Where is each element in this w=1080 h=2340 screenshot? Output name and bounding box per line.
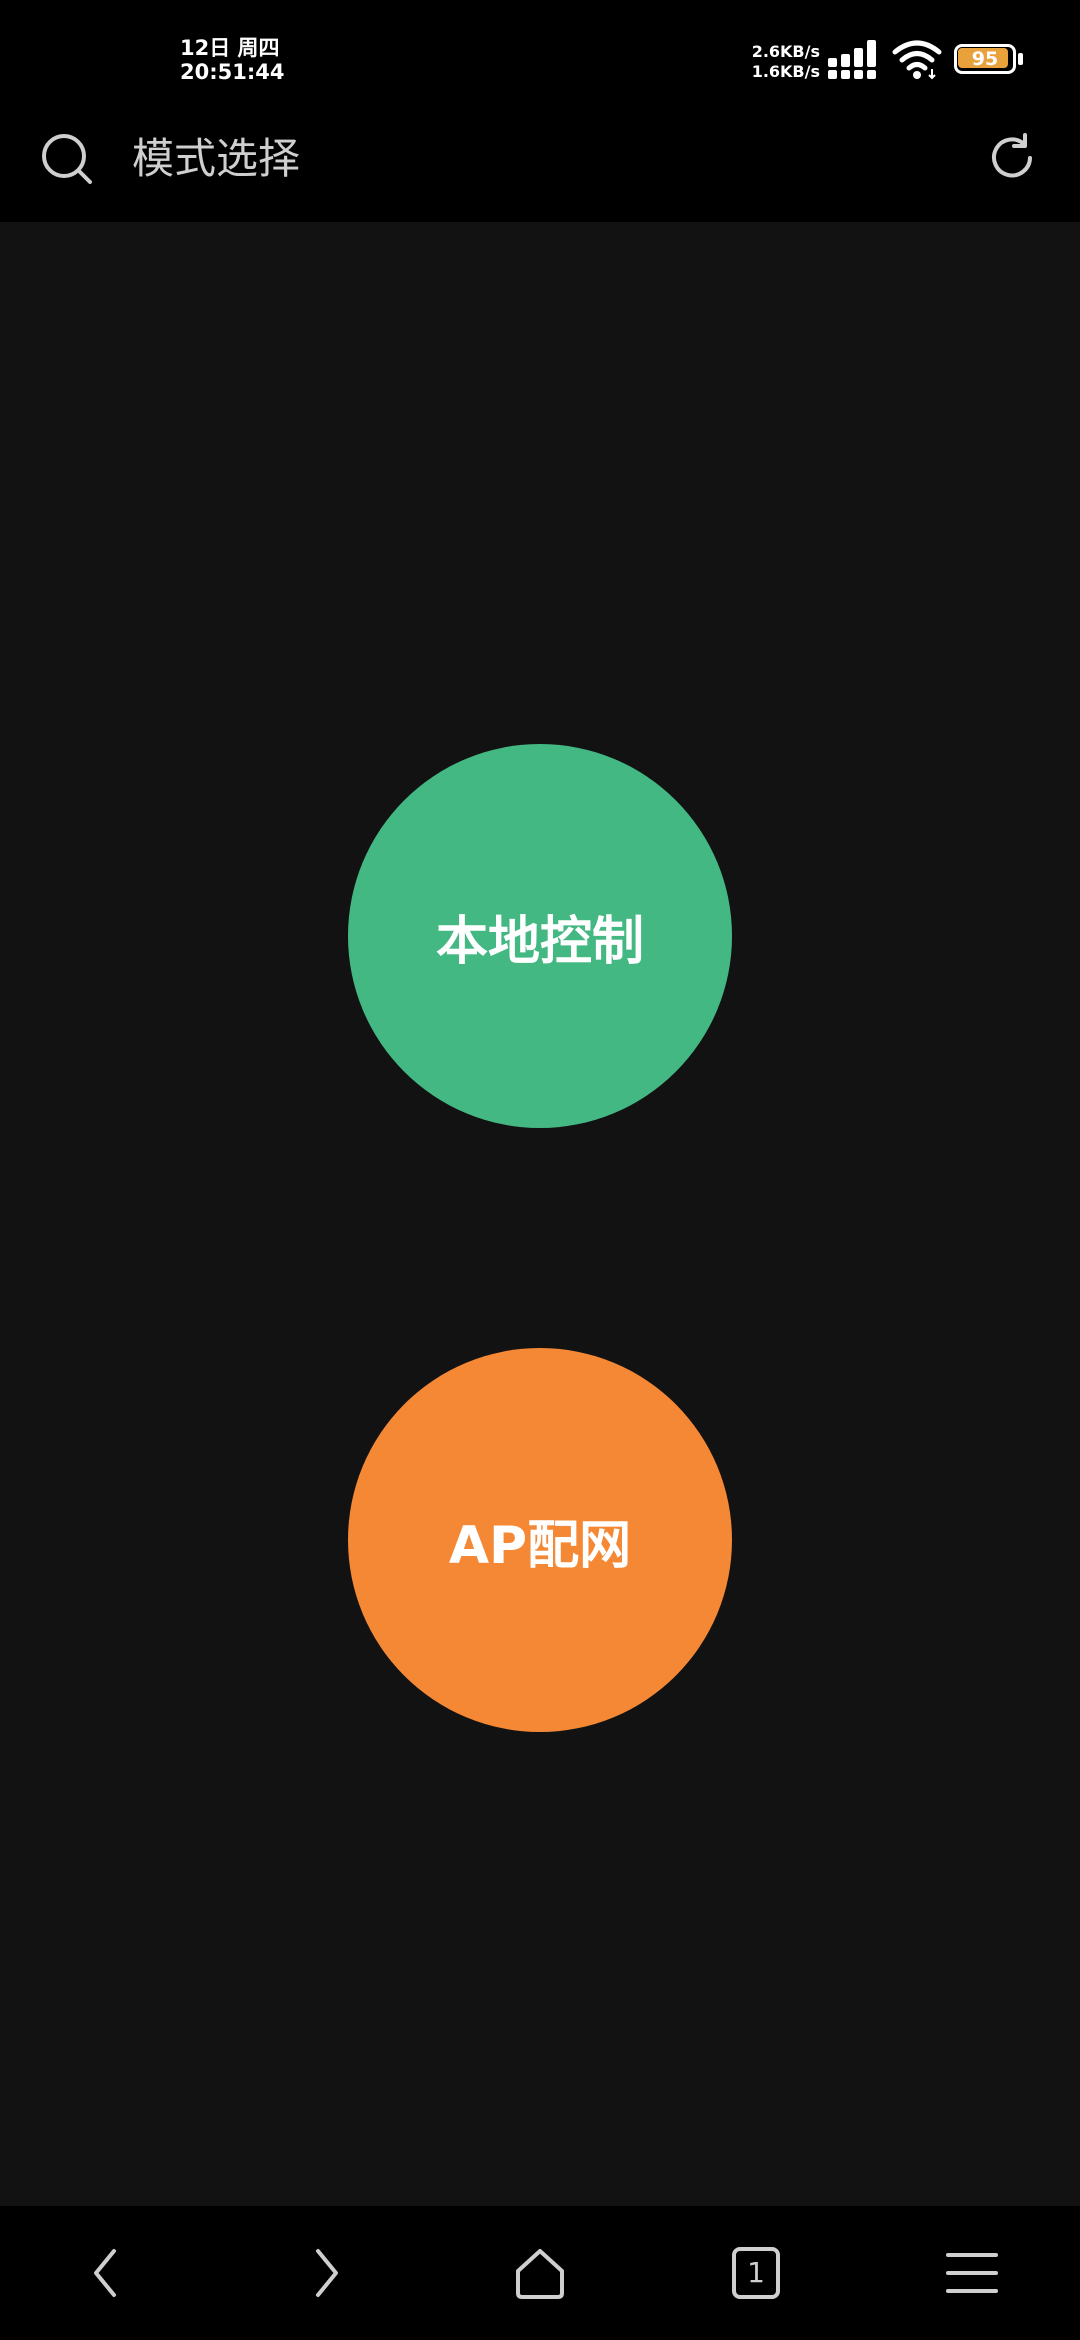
status-time: 20:51:44 <box>180 60 285 84</box>
download-speed: 1.6KB/s <box>751 62 820 81</box>
battery-level: 95 <box>971 48 999 70</box>
tab-count: 1 <box>747 2256 765 2289</box>
page-title: 模式选择 <box>132 134 301 183</box>
refresh-icon[interactable] <box>984 130 1040 186</box>
status-datetime: 12日 周四 20:51:44 <box>180 36 284 84</box>
signal-icon <box>828 40 876 79</box>
home-icon[interactable] <box>508 2241 572 2305</box>
mode-selection-content: 本地控制 AP配网 <box>0 222 1080 2206</box>
tabs-button[interactable]: 1 <box>724 2241 788 2305</box>
status-date: 12日 周四 <box>180 36 280 60</box>
battery-tip <box>1018 53 1023 65</box>
app-bar: 模式选择 <box>0 110 1080 222</box>
bottom-navigation: 1 <box>0 2206 1080 2340</box>
battery-indicator: 95 <box>954 44 1026 78</box>
ap-config-label: AP配网 <box>448 1515 632 1576</box>
search-icon[interactable] <box>38 130 94 186</box>
upload-speed: 2.6KB/s <box>751 42 820 61</box>
network-speed: 2.6KB/s 1.6KB/s <box>740 42 820 82</box>
forward-icon[interactable] <box>292 2241 356 2305</box>
local-control-label: 本地控制 <box>435 911 644 972</box>
local-control-button[interactable]: 本地控制 <box>348 744 732 1128</box>
status-bar: 12日 周四 20:51:44 2.6KB/s 1.6KB/s 95 <box>0 0 1080 110</box>
back-icon[interactable] <box>76 2241 140 2305</box>
ap-config-button[interactable]: AP配网 <box>348 1348 732 1732</box>
wifi-icon <box>892 40 942 80</box>
menu-icon[interactable] <box>940 2241 1004 2305</box>
